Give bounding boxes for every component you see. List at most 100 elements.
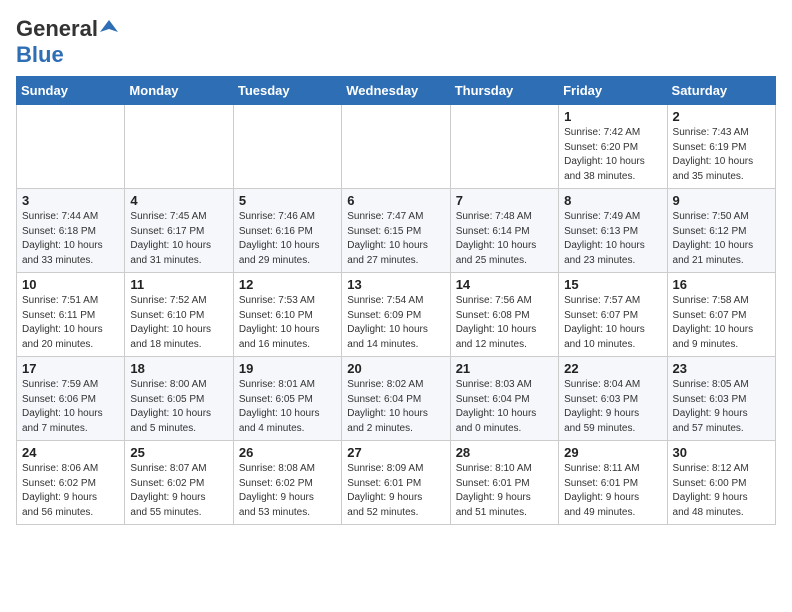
day-info: Sunrise: 7:43 AM Sunset: 6:19 PM Dayligh… [673, 126, 770, 184]
day-cell: 2 Sunrise: 7:43 AM Sunset: 6:19 PM Daylig… [667, 105, 775, 189]
day-info: Sunrise: 7:42 AM Sunset: 6:20 PM Dayligh… [564, 126, 661, 184]
header: General Blue [16, 16, 776, 68]
day-info: Sunrise: 8:09 AM Sunset: 6:01 PM Dayligh… [347, 462, 444, 520]
day-number: 17 [22, 361, 119, 376]
page: General Blue SundayMondayTuesdayWednesda… [0, 0, 792, 541]
day-cell: 9 Sunrise: 7:50 AM Sunset: 6:12 PM Daylig… [667, 189, 775, 273]
week-row-5: 24 Sunrise: 8:06 AM Sunset: 6:02 PM Dayli… [17, 441, 776, 525]
day-cell: 29Sunrise: 8:11 AM Sunset: 6:01 PM Dayli… [559, 441, 667, 525]
day-info: Sunrise: 7:58 AM Sunset: 6:07 PM Dayligh… [673, 294, 770, 352]
day-info: Sunrise: 8:00 AM Sunset: 6:05 PM Dayligh… [130, 378, 227, 436]
day-cell: 15 Sunrise: 7:57 AM Sunset: 6:07 PM Dayli… [559, 273, 667, 357]
day-cell: 3Sunrise: 7:44 AM Sunset: 6:18 PM Daylig… [17, 189, 125, 273]
day-number: 3 [22, 193, 119, 208]
day-info: Sunrise: 8:02 AM Sunset: 6:04 PM Dayligh… [347, 378, 444, 436]
day-number: 13 [347, 277, 444, 292]
day-cell: 27 Sunrise: 8:09 AM Sunset: 6:01 PM Dayli… [342, 441, 450, 525]
day-info: Sunrise: 8:11 AM Sunset: 6:01 PM Dayligh… [564, 462, 661, 520]
day-number: 1 [564, 109, 661, 124]
day-cell: 1 Sunrise: 7:42 AM Sunset: 6:20 PM Daylig… [559, 105, 667, 189]
day-cell: 13 Sunrise: 7:54 AM Sunset: 6:09 PM Dayli… [342, 273, 450, 357]
day-info: Sunrise: 7:48 AM Sunset: 6:14 PM Dayligh… [456, 210, 553, 268]
calendar-body: 1 Sunrise: 7:42 AM Sunset: 6:20 PM Daylig… [17, 105, 776, 525]
day-info: Sunrise: 7:50 AM Sunset: 6:12 PM Dayligh… [673, 210, 770, 268]
day-cell: 28 Sunrise: 8:10 AM Sunset: 6:01 PM Dayli… [450, 441, 558, 525]
day-cell: 5 Sunrise: 7:46 AM Sunset: 6:16 PM Daylig… [233, 189, 341, 273]
day-cell: 12Sunrise: 7:53 AM Sunset: 6:10 PM Dayli… [233, 273, 341, 357]
day-number: 26 [239, 445, 336, 460]
day-number: 18 [130, 361, 227, 376]
weekday-header-friday: Friday [559, 77, 667, 105]
day-number: 15 [564, 277, 661, 292]
day-info: Sunrise: 7:52 AM Sunset: 6:10 PM Dayligh… [130, 294, 227, 352]
day-number: 24 [22, 445, 119, 460]
logo-line2: Blue [16, 42, 64, 68]
day-number: 5 [239, 193, 336, 208]
day-cell: 16 Sunrise: 7:58 AM Sunset: 6:07 PM Dayli… [667, 273, 775, 357]
day-info: Sunrise: 7:56 AM Sunset: 6:08 PM Dayligh… [456, 294, 553, 352]
week-row-1: 1 Sunrise: 7:42 AM Sunset: 6:20 PM Daylig… [17, 105, 776, 189]
day-info: Sunrise: 8:07 AM Sunset: 6:02 PM Dayligh… [130, 462, 227, 520]
day-info: Sunrise: 7:47 AM Sunset: 6:15 PM Dayligh… [347, 210, 444, 268]
day-cell: 8 Sunrise: 7:49 AM Sunset: 6:13 PM Daylig… [559, 189, 667, 273]
day-cell: 4 Sunrise: 7:45 AM Sunset: 6:17 PM Daylig… [125, 189, 233, 273]
day-cell: 30 Sunrise: 8:12 AM Sunset: 6:00 PM Dayli… [667, 441, 775, 525]
day-info: Sunrise: 8:10 AM Sunset: 6:01 PM Dayligh… [456, 462, 553, 520]
logo-bird-icon [100, 18, 118, 36]
day-info: Sunrise: 7:53 AM Sunset: 6:10 PM Dayligh… [239, 294, 336, 352]
logo: General Blue [16, 16, 118, 68]
day-cell: 19Sunrise: 8:01 AM Sunset: 6:05 PM Dayli… [233, 357, 341, 441]
day-cell: 24 Sunrise: 8:06 AM Sunset: 6:02 PM Dayli… [17, 441, 125, 525]
logo-general: General [16, 16, 98, 42]
day-cell: 20Sunrise: 8:02 AM Sunset: 6:04 PM Dayli… [342, 357, 450, 441]
day-number: 4 [130, 193, 227, 208]
day-cell: 26 Sunrise: 8:08 AM Sunset: 6:02 PM Dayli… [233, 441, 341, 525]
day-number: 19 [239, 361, 336, 376]
day-cell [342, 105, 450, 189]
logo-blue: Blue [16, 42, 64, 67]
day-number: 8 [564, 193, 661, 208]
day-cell: 18 Sunrise: 8:00 AM Sunset: 6:05 PM Dayli… [125, 357, 233, 441]
day-cell: 7 Sunrise: 7:48 AM Sunset: 6:14 PM Daylig… [450, 189, 558, 273]
logo-line1: General [16, 16, 118, 42]
day-info: Sunrise: 8:05 AM Sunset: 6:03 PM Dayligh… [673, 378, 770, 436]
weekday-header-saturday: Saturday [667, 77, 775, 105]
day-number: 14 [456, 277, 553, 292]
day-info: Sunrise: 7:54 AM Sunset: 6:09 PM Dayligh… [347, 294, 444, 352]
day-info: Sunrise: 8:12 AM Sunset: 6:00 PM Dayligh… [673, 462, 770, 520]
day-number: 9 [673, 193, 770, 208]
week-row-4: 17Sunrise: 7:59 AM Sunset: 6:06 PM Dayli… [17, 357, 776, 441]
day-cell [17, 105, 125, 189]
day-info: Sunrise: 7:51 AM Sunset: 6:11 PM Dayligh… [22, 294, 119, 352]
day-cell [450, 105, 558, 189]
weekday-header-monday: Monday [125, 77, 233, 105]
weekday-header-thursday: Thursday [450, 77, 558, 105]
day-info: Sunrise: 7:46 AM Sunset: 6:16 PM Dayligh… [239, 210, 336, 268]
day-info: Sunrise: 7:57 AM Sunset: 6:07 PM Dayligh… [564, 294, 661, 352]
day-info: Sunrise: 8:08 AM Sunset: 6:02 PM Dayligh… [239, 462, 336, 520]
day-number: 7 [456, 193, 553, 208]
week-row-2: 3Sunrise: 7:44 AM Sunset: 6:18 PM Daylig… [17, 189, 776, 273]
day-number: 27 [347, 445, 444, 460]
day-info: Sunrise: 7:45 AM Sunset: 6:17 PM Dayligh… [130, 210, 227, 268]
day-cell: 23 Sunrise: 8:05 AM Sunset: 6:03 PM Dayli… [667, 357, 775, 441]
day-number: 23 [673, 361, 770, 376]
day-number: 28 [456, 445, 553, 460]
day-number: 21 [456, 361, 553, 376]
day-info: Sunrise: 8:04 AM Sunset: 6:03 PM Dayligh… [564, 378, 661, 436]
day-cell: 10 Sunrise: 7:51 AM Sunset: 6:11 PM Dayli… [17, 273, 125, 357]
calendar-header: SundayMondayTuesdayWednesdayThursdayFrid… [17, 77, 776, 105]
day-cell [233, 105, 341, 189]
day-number: 22 [564, 361, 661, 376]
day-number: 30 [673, 445, 770, 460]
day-number: 25 [130, 445, 227, 460]
day-cell: 17Sunrise: 7:59 AM Sunset: 6:06 PM Dayli… [17, 357, 125, 441]
day-number: 16 [673, 277, 770, 292]
day-info: Sunrise: 7:49 AM Sunset: 6:13 PM Dayligh… [564, 210, 661, 268]
day-cell: 22 Sunrise: 8:04 AM Sunset: 6:03 PM Dayli… [559, 357, 667, 441]
calendar-table: SundayMondayTuesdayWednesdayThursdayFrid… [16, 76, 776, 525]
day-number: 2 [673, 109, 770, 124]
day-info: Sunrise: 8:06 AM Sunset: 6:02 PM Dayligh… [22, 462, 119, 520]
week-row-3: 10 Sunrise: 7:51 AM Sunset: 6:11 PM Dayli… [17, 273, 776, 357]
day-number: 10 [22, 277, 119, 292]
